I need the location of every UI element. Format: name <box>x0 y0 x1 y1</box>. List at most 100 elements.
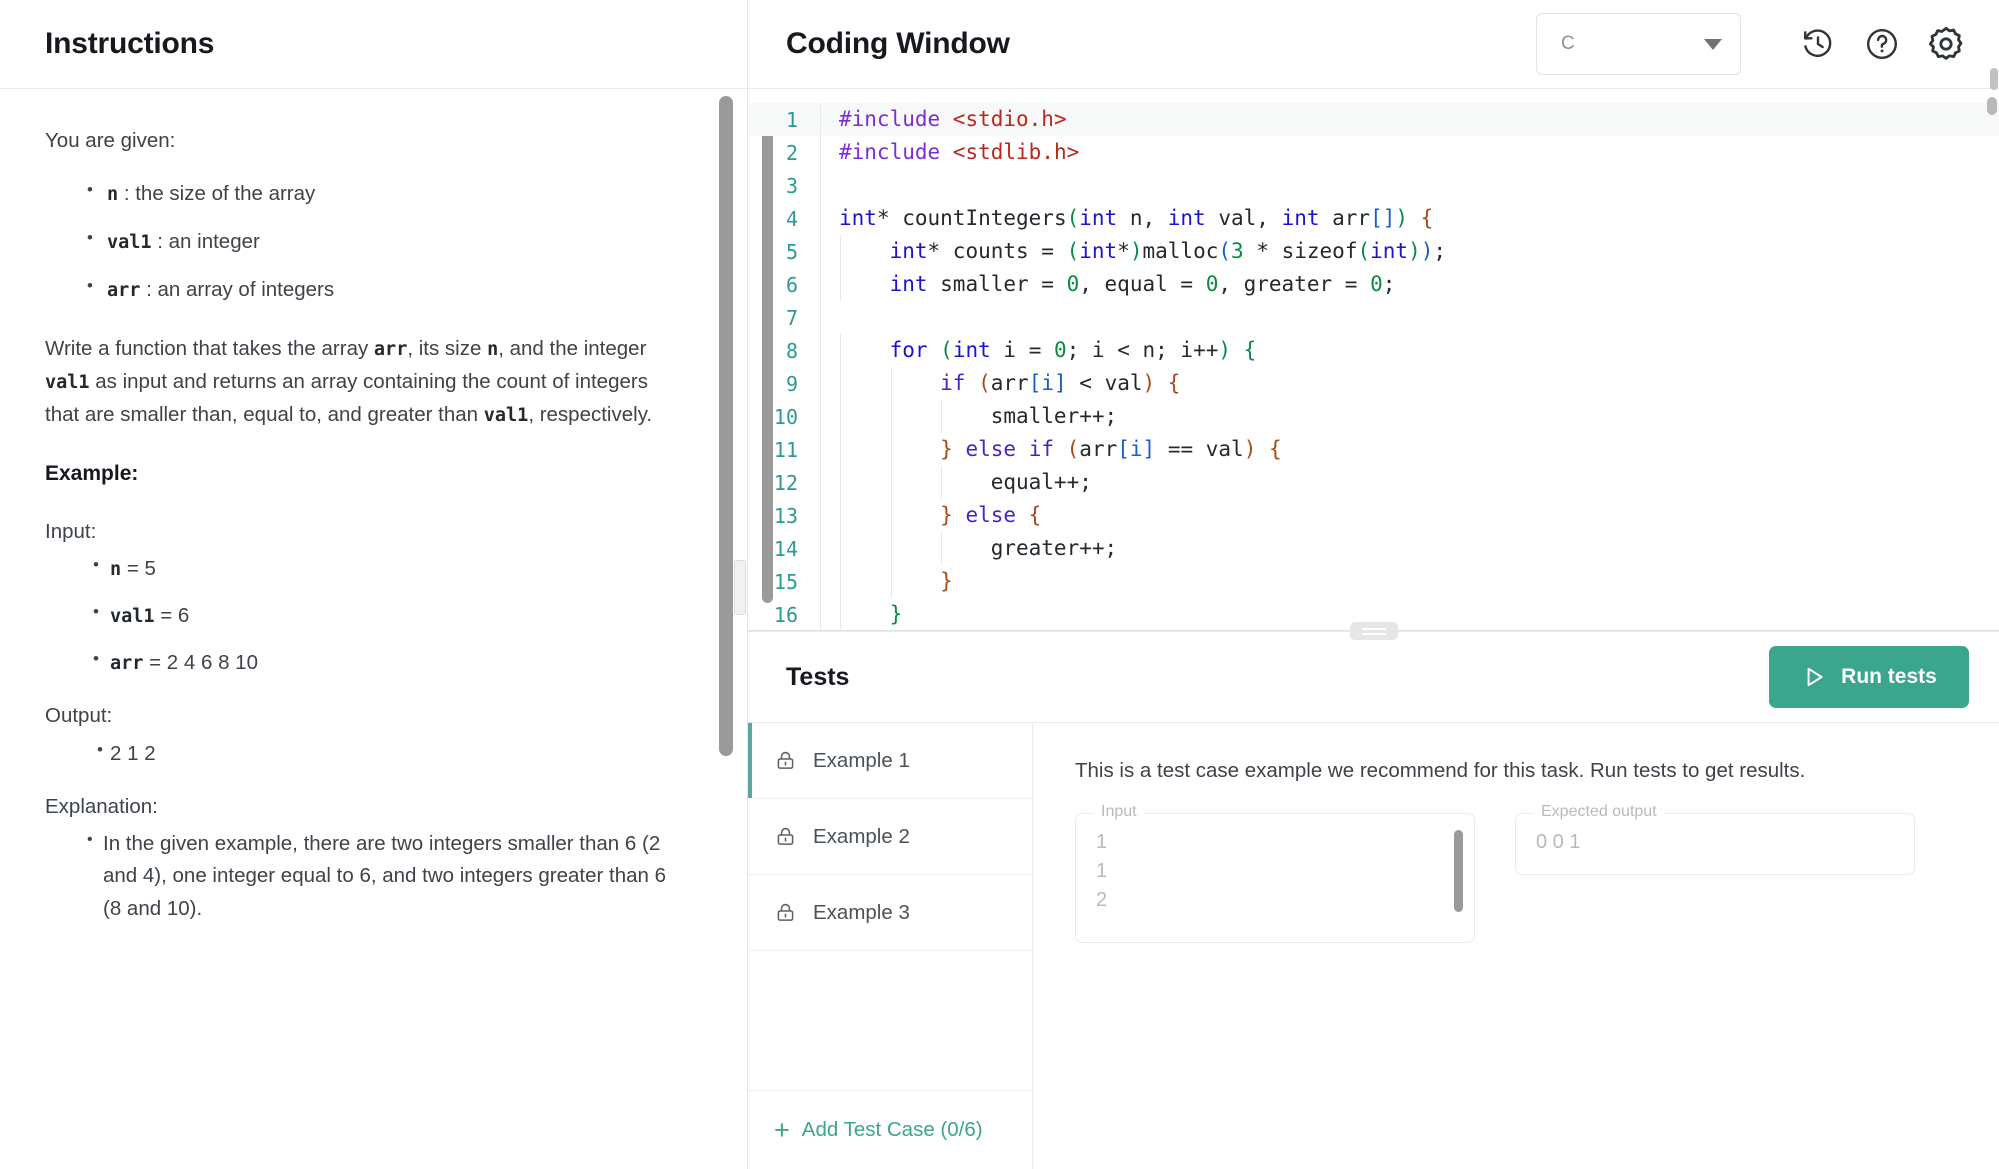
code-text[interactable]: } else { <box>820 499 1999 532</box>
code-text[interactable]: } <box>820 565 1999 598</box>
line-number: 7 <box>785 305 798 330</box>
test-case-item[interactable]: Example 2 <box>748 799 1032 875</box>
indent-guide <box>890 565 892 598</box>
code-token: arr <box>990 371 1029 395</box>
example-heading: Example: <box>45 461 139 485</box>
expected-output-field[interactable]: Expected output 0 0 1 <box>1515 803 1915 875</box>
indent-guide <box>840 598 841 631</box>
lock-icon <box>774 825 797 848</box>
input-val: = 5 <box>126 556 156 580</box>
instructions-content: You are given: n : the size of the array… <box>0 89 747 1169</box>
code-line[interactable]: 14 greater++; <box>748 532 1999 565</box>
code-editor[interactable]: 1 #include <stdio.h> 2 #include <stdlib.h> 3… <box>748 89 1999 632</box>
code-line[interactable]: 3 <box>748 169 1999 202</box>
code-text[interactable]: int* countIntegers(int n, int val, int a… <box>820 202 1999 235</box>
example-input-list: n = 5 val1 = 6 arr = 2 4 6 8 10 <box>45 552 687 678</box>
coding-exercise-app: Instructions You are given: n : the size… <box>0 0 1999 1169</box>
code-token: ; i < n; i++ <box>1066 338 1219 362</box>
code-token: int <box>1079 239 1118 263</box>
code-text[interactable]: } <box>820 598 1999 631</box>
expected-output-label: Expected output <box>1534 803 1664 821</box>
history-icon[interactable] <box>1795 21 1841 67</box>
indent-guide <box>840 433 841 466</box>
input-field-scrollbar[interactable] <box>1454 830 1463 912</box>
code-text[interactable]: #include <stdlib.h> <box>820 136 1999 169</box>
run-tests-button[interactable]: Run tests <box>1769 646 1969 708</box>
code-line[interactable]: 7 <box>748 301 1999 334</box>
code-line[interactable]: 1 #include <stdio.h> <box>748 103 1999 136</box>
code-text[interactable]: equal++; <box>820 466 1999 499</box>
test-case-item[interactable]: Example 3 <box>748 875 1032 951</box>
help-circle-icon[interactable] <box>1859 21 1905 67</box>
line-number: 3 <box>785 173 798 198</box>
code-token: { <box>1408 206 1434 230</box>
code-lines-container[interactable]: 1 #include <stdio.h> 2 #include <stdlib.h> 3… <box>748 89 1999 631</box>
code-text[interactable]: #include <stdio.h> <box>820 103 1999 136</box>
code-text[interactable]: int* counts = (int*)malloc(3 * sizeof(in… <box>820 235 1999 268</box>
code-text[interactable]: greater++; <box>820 532 1999 565</box>
code-line[interactable]: 11 } else if (arr[i] == val) { <box>748 433 1999 466</box>
code-token: { <box>1016 503 1042 527</box>
code-text[interactable]: if (arr[i] < val) { <box>820 367 1999 400</box>
indent-guide <box>890 433 892 466</box>
intro-text: You are given: <box>45 129 176 152</box>
code-text[interactable] <box>820 301 1999 334</box>
code-token: greater++; <box>839 536 1118 560</box>
language-select[interactable]: C <box>1536 13 1741 75</box>
code-line[interactable]: 15 } <box>748 565 1999 598</box>
code-token: * counts = <box>927 239 1067 263</box>
code-token: if <box>940 371 966 395</box>
plus-icon: + <box>774 1114 790 1145</box>
code-token: int <box>839 206 877 230</box>
tests-header: Tests Run tests <box>748 632 1999 723</box>
splitter-grip[interactable] <box>1349 622 1398 640</box>
code-token: ( <box>1066 239 1080 263</box>
code-text[interactable]: for (int i = 0; i < n; i++) { <box>820 334 1999 367</box>
lock-icon <box>774 749 797 772</box>
code-line[interactable]: 2 #include <stdlib.h> <box>748 136 1999 169</box>
code-line[interactable]: 4 int* countIntegers(int n, int val, int … <box>748 202 1999 235</box>
code-line[interactable]: 9 if (arr[i] < val) { <box>748 367 1999 400</box>
panel-resize-handle[interactable] <box>734 560 746 615</box>
code-text[interactable]: smaller++; <box>820 400 1999 433</box>
code-token: 3 <box>1231 239 1244 263</box>
language-value: C <box>1561 33 1575 54</box>
page-scrollbar[interactable] <box>1990 68 1998 90</box>
indent-guide <box>840 499 841 532</box>
instructions-scrollbar[interactable] <box>719 96 733 1146</box>
code-line[interactable]: 5 int* counts = (int*)malloc(3 * sizeof(… <box>748 235 1999 268</box>
code-token: <stdio.h> <box>952 107 1067 131</box>
code-token: ( <box>940 338 953 362</box>
scrollbar-thumb[interactable] <box>719 96 733 756</box>
code-token: ( <box>978 371 991 395</box>
code-token: ; <box>1382 272 1396 296</box>
instructions-header: Instructions <box>0 0 747 89</box>
code-token: ) <box>1142 371 1156 395</box>
code-token: arr <box>1079 437 1118 461</box>
code-line[interactable]: 12 equal++; <box>748 466 1999 499</box>
code-line[interactable]: 6 int smaller = 0, equal = 0, greater = … <box>748 268 1999 301</box>
code-token: ) <box>1395 206 1409 230</box>
code-line[interactable]: 13 } else { <box>748 499 1999 532</box>
code-token: int <box>1281 206 1320 230</box>
gear-icon[interactable] <box>1923 21 1969 67</box>
line-number: 4 <box>785 206 798 231</box>
list-item: n = 5 <box>93 552 687 584</box>
test-case-item[interactable]: Example 1 <box>748 723 1032 799</box>
code-text[interactable]: } else if (arr[i] == val) { <box>820 433 1999 466</box>
line-number: 15 <box>773 569 798 594</box>
code-line[interactable]: 8 for (int i = 0; i < n; i++) { <box>748 334 1999 367</box>
play-icon <box>1801 664 1827 690</box>
test-input-field[interactable]: Input 1 1 2 <box>1075 803 1475 943</box>
code-token: smaller = <box>927 272 1067 296</box>
line-number: 11 <box>773 437 798 462</box>
code-text[interactable]: int smaller = 0, equal = 0, greater = 0; <box>820 268 1999 301</box>
code-token: ) <box>1420 239 1434 263</box>
add-test-case-button[interactable]: + Add Test Case (0/6) <box>748 1091 1032 1169</box>
code-line[interactable]: 10 smaller++; <box>748 400 1999 433</box>
code-text[interactable] <box>820 169 1999 202</box>
code-token: #include <box>839 107 953 131</box>
editor-horizontal-scrollbar[interactable] <box>1987 97 1997 115</box>
